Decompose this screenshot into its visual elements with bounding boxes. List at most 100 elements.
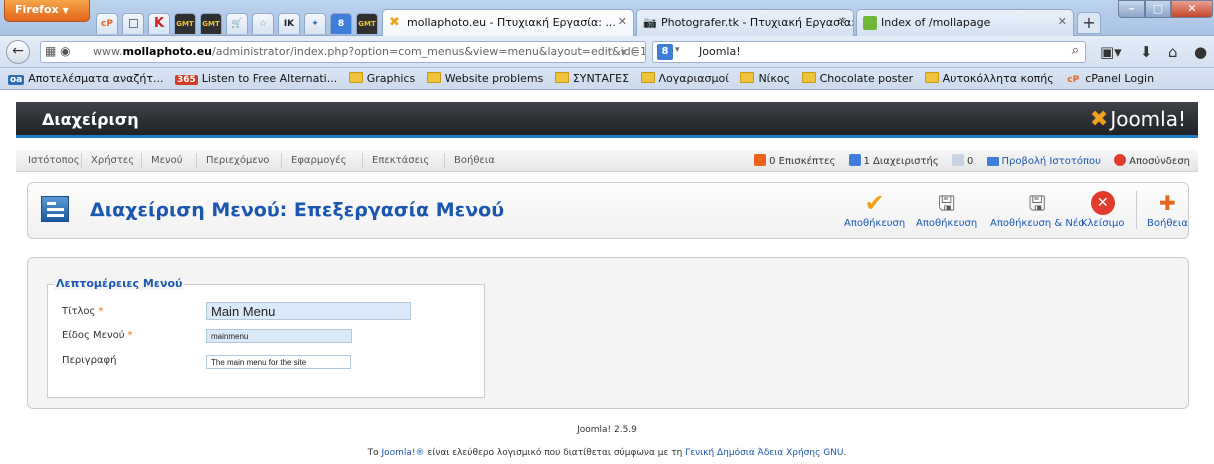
close-icon[interactable]: ✕ — [838, 15, 847, 28]
app-tab-label: cP — [101, 19, 113, 29]
bookmark-item[interactable]: 365 Listen to Free Alternati... — [174, 68, 337, 85]
app-tab-gmt-3[interactable]: GMT — [356, 13, 378, 34]
search-engine-dropdown-icon[interactable]: ▾ — [675, 45, 680, 55]
app-tab-ik[interactable]: IK — [278, 13, 300, 34]
save-close-button[interactable]: ✔ Αποθήκευση — [844, 191, 905, 229]
license-middle: είναι ελεύθερο λογισμικό που διατίθεται … — [424, 448, 686, 458]
tab-mollaphoto[interactable]: ✖ mollaphoto.eu - Πτυχιακή Εργασία: ... … — [382, 9, 634, 36]
content-box: Λεπτομέρειες Μενού Τίτλος* Είδος Μενού* … — [27, 257, 1189, 409]
help-label: Βοήθεια — [1147, 218, 1188, 229]
joomla-favicon-icon: ✖ — [389, 15, 400, 30]
bookmark-folder[interactable]: Chocolate poster — [801, 68, 913, 85]
search-engine-icon[interactable]: 8 — [657, 44, 673, 60]
save-button[interactable]: 🖫 Αποθήκευση — [916, 191, 977, 229]
joomla-mark-icon: ✖ — [1089, 107, 1109, 132]
bookmark-label: Website problems — [444, 72, 544, 85]
toolbar-box: Διαχείριση Μενού: Επεξεργασία Μενού ✔ Απ… — [27, 182, 1189, 239]
plus-icon: + — [1082, 13, 1096, 32]
app-tab-label: GMT — [202, 20, 220, 28]
bookmark-folder[interactable]: Website problems — [426, 68, 544, 85]
cart-icon: 🛒 — [231, 19, 243, 29]
menu-item-users[interactable]: Χρήστες — [91, 155, 134, 166]
view-site-link[interactable]: Προβολή Ιστοτόπου — [986, 156, 1101, 167]
menu-item-extensions[interactable]: Επεκτάσεις — [372, 155, 429, 166]
url-path: /administrator/index.php?option=com_menu… — [212, 45, 646, 58]
description-field[interactable] — [206, 355, 351, 369]
gnu-license-link[interactable]: Γενική Δημόσια Άδεια Χρήσης GNU — [685, 448, 843, 458]
app-tab-label: K — [153, 16, 165, 31]
close-icon[interactable]: ✕ — [1058, 15, 1067, 28]
app-tab-star[interactable]: ☆ — [252, 13, 274, 34]
status-admins: 1 Διαχειριστής — [848, 154, 939, 167]
bookmark-folder[interactable]: ΣΥΝΤΑΓΕΣ — [554, 68, 629, 85]
window-minimize-button[interactable]: – — [1118, 0, 1145, 18]
folder-icon — [348, 72, 363, 83]
app-tab-cart[interactable]: 🛒 — [226, 13, 248, 34]
cpanel-icon: cP — [1067, 75, 1080, 85]
app-tab-blank[interactable] — [122, 13, 144, 34]
search-bar[interactable]: 8 ▾ Joomla! ⌕ — [652, 41, 1086, 63]
app-tab-gmt-1[interactable]: GMT — [174, 13, 196, 34]
menu-item-components[interactable]: Εφαρμογές — [291, 155, 347, 166]
addon-icon[interactable]: ● — [1194, 43, 1207, 61]
menu-item-menus[interactable]: Μενού — [151, 155, 183, 166]
close-button[interactable]: ✕ Κλείσιμο — [1081, 191, 1124, 229]
icon-bar — [47, 208, 64, 211]
tab-photografer[interactable]: 📷 Photografer.tk - Πτυχιακή Εργασία: ...… — [636, 9, 854, 36]
joomla-logo: ✖ Joomla! — [1090, 107, 1186, 132]
search-input[interactable]: Joomla! — [699, 45, 741, 58]
window-maximize-button[interactable]: □ — [1145, 0, 1171, 18]
tab-index-mollapage[interactable]: Index of /mollapage ✕ — [856, 9, 1074, 36]
menu-item-content[interactable]: Περιεχόμενο — [206, 155, 269, 166]
close-label: Κλείσιμο — [1081, 218, 1125, 229]
folder-icon — [426, 72, 441, 83]
menu-item-site[interactable]: Ιστότοπος — [28, 155, 80, 166]
save-icon: 🖫 — [938, 191, 956, 215]
help-button[interactable]: ✚ Βοήθεια — [1147, 191, 1188, 229]
bird-icon: ✦ — [311, 19, 319, 29]
url-bar[interactable]: ▦ ◉ www.mollaphoto.eu/administrator/inde… — [40, 41, 646, 63]
bookmark-item[interactable]: oa Αποτελέσματα αναζήτ... — [8, 68, 163, 85]
search-icon[interactable]: ⌕ — [1072, 43, 1079, 58]
bookmark-folder[interactable]: Αυτοκόλλητα κοπής — [924, 68, 1054, 85]
app-tab-bird[interactable]: ✦ — [304, 13, 326, 34]
home-icon[interactable]: ⌂ — [1168, 43, 1178, 61]
firefox-menu-button[interactable]: Firefox ▼ — [4, 0, 90, 22]
menu-separator — [141, 153, 142, 169]
envelope-icon — [951, 154, 964, 166]
icon-bar — [47, 214, 64, 217]
app-tab-8[interactable]: 8 — [330, 13, 352, 34]
close-icon: ✕ — [1187, 2, 1197, 15]
title-field[interactable] — [206, 302, 411, 320]
star-icon: ☆ — [258, 19, 268, 29]
bookmark-star-icon[interactable]: ☆ ▾ C — [606, 45, 639, 59]
bookmark-folder[interactable]: Graphics — [348, 68, 415, 85]
bookmarks-menu-icon[interactable]: ▣▾ — [1100, 43, 1122, 61]
bookmark-folder[interactable]: Λογαριασμοί — [640, 68, 729, 85]
footer-version: Joomla! 2.5.9 — [577, 425, 637, 435]
save-new-button[interactable]: 🖫 Αποθήκευση & Νέο — [990, 191, 1084, 229]
bookmark-item[interactable]: cP cPanel Login — [1065, 68, 1154, 85]
bookmark-label: cPanel Login — [1085, 72, 1155, 85]
folder-icon — [740, 72, 755, 83]
firefox-menu-label: Firefox — [15, 3, 59, 16]
bookmark-folder[interactable]: Νίκος — [740, 68, 790, 85]
menu-item-help[interactable]: Βοήθεια — [454, 155, 495, 166]
site-identity-icon[interactable]: ▦ ◉ — [45, 44, 71, 58]
title-label-text: Τίτλος — [62, 306, 96, 317]
joomla-link[interactable]: Joomla!® — [381, 448, 424, 458]
app-tab-cpanel[interactable]: cP — [96, 13, 118, 34]
close-icon[interactable]: ✕ — [618, 15, 627, 28]
new-tab-button[interactable]: + — [1077, 12, 1101, 34]
app-tab-k[interactable]: K — [148, 13, 170, 34]
status-messages[interactable]: 0 — [951, 154, 973, 167]
app-tab-gmt-2[interactable]: GMT — [200, 13, 222, 34]
download-icon[interactable]: ⬇ — [1140, 43, 1153, 61]
camera-favicon-icon: 📷 — [643, 16, 657, 29]
arrow-left-icon: ← — [12, 43, 24, 59]
menu-separator — [362, 153, 363, 169]
window-close-button[interactable]: ✕ — [1171, 0, 1213, 18]
menutype-field[interactable] — [206, 329, 352, 343]
logout-link[interactable]: Αποσύνδεση — [1114, 154, 1190, 167]
back-button[interactable]: ← — [6, 40, 30, 64]
